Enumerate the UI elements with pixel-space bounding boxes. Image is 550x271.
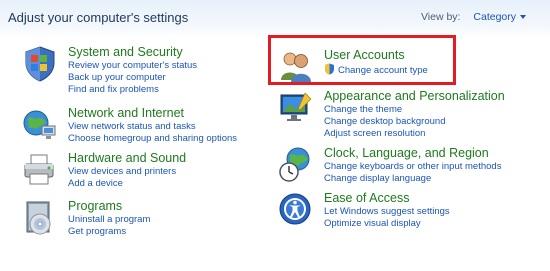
highlight-box — [268, 35, 456, 85]
link-network-status[interactable]: View network status and tasks — [68, 121, 237, 133]
view-by-label: View by: — [420, 11, 461, 23]
programs-disc-icon[interactable] — [22, 199, 58, 237]
link-display-language[interactable]: Change display language — [324, 173, 501, 185]
category-title[interactable]: Network and Internet — [68, 106, 237, 121]
category-title[interactable]: Clock, Language, and Region — [324, 146, 501, 161]
ease-of-access-icon[interactable] — [278, 191, 314, 229]
network-globe-icon[interactable] — [22, 106, 58, 144]
category-title[interactable]: Programs — [68, 199, 150, 214]
category-title[interactable]: System and Security — [68, 45, 197, 60]
link-windows-suggest[interactable]: Let Windows suggest settings — [324, 206, 450, 218]
view-by: View by: Category — [421, 11, 526, 23]
link-review-status[interactable]: Review your computer's status — [68, 60, 197, 72]
category-title[interactable]: Ease of Access — [324, 191, 450, 206]
category-title[interactable]: Hardware and Sound — [68, 151, 186, 166]
link-add-device[interactable]: Add a device — [68, 178, 186, 190]
page-title: Adjust your computer's settings — [8, 10, 189, 25]
view-by-value[interactable]: Category — [473, 11, 516, 23]
chevron-down-icon[interactable] — [520, 15, 526, 20]
link-find-fix[interactable]: Find and fix problems — [68, 84, 197, 96]
printer-icon[interactable] — [22, 151, 58, 189]
clock-globe-icon[interactable] — [278, 146, 314, 184]
display-paint-icon[interactable] — [278, 89, 314, 127]
link-screen-resolution[interactable]: Adjust screen resolution — [324, 128, 505, 140]
link-change-keyboards[interactable]: Change keyboards or other input methods — [324, 161, 501, 173]
link-desktop-background[interactable]: Change desktop background — [324, 116, 505, 128]
link-backup[interactable]: Back up your computer — [68, 72, 197, 84]
link-get-programs[interactable]: Get programs — [68, 226, 150, 238]
category-title[interactable]: Appearance and Personalization — [324, 89, 505, 104]
view-by-dropdown[interactable]: Category — [473, 11, 526, 23]
shield-flag-icon[interactable] — [22, 45, 58, 83]
link-view-devices[interactable]: View devices and printers — [68, 166, 186, 178]
link-uninstall[interactable]: Uninstall a program — [68, 214, 150, 226]
link-change-theme[interactable]: Change the theme — [324, 104, 505, 116]
link-homegroup[interactable]: Choose homegroup and sharing options — [68, 133, 237, 145]
link-optimize-display[interactable]: Optimize visual display — [324, 218, 450, 230]
